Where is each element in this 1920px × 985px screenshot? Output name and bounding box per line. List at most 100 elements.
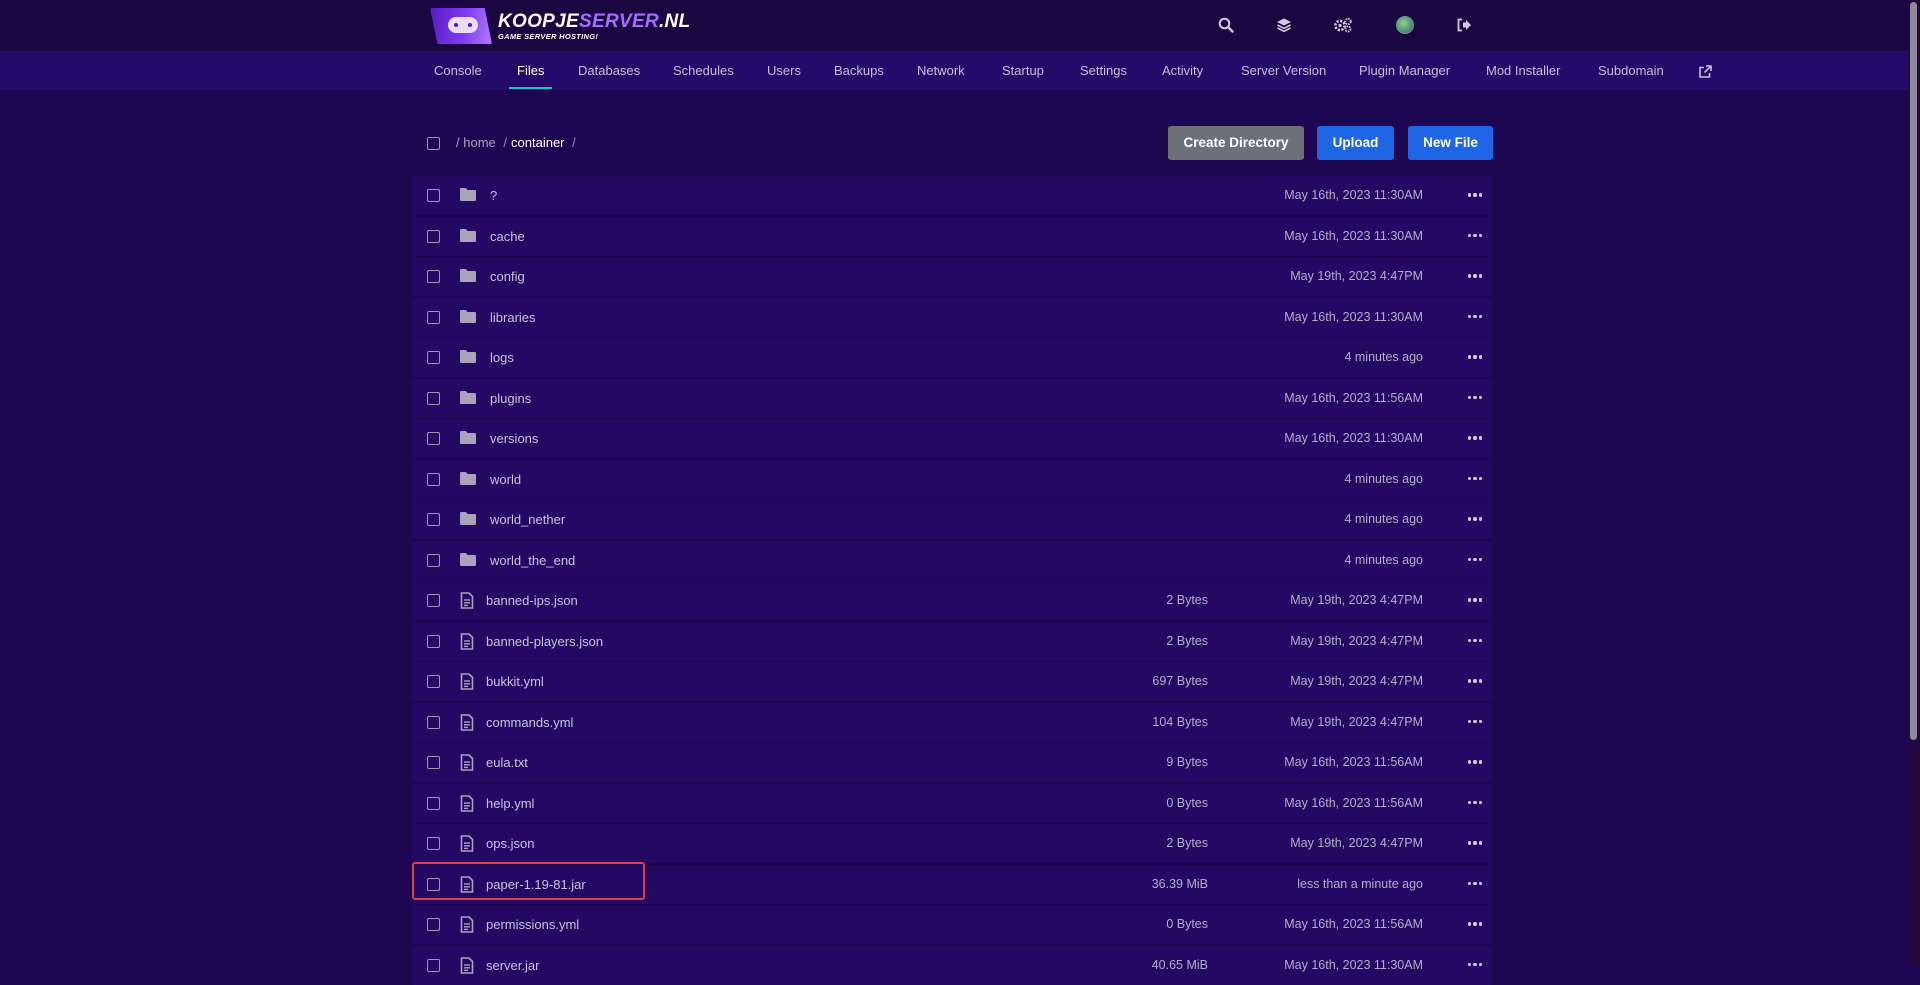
- file-name[interactable]: world: [490, 460, 521, 499]
- file-row[interactable]: cache May 16th, 2023 11:30AM: [412, 216, 1492, 256]
- tab-startup[interactable]: Startup: [1002, 51, 1044, 90]
- layers-icon[interactable]: [1273, 14, 1295, 36]
- file-name[interactable]: world_the_end: [490, 541, 575, 580]
- tab-mod-installer[interactable]: Mod Installer: [1486, 51, 1560, 90]
- tab-schedules[interactable]: Schedules: [673, 51, 734, 90]
- tab-subdomain[interactable]: Subdomain: [1598, 51, 1664, 90]
- file-row[interactable]: logs 4 minutes ago: [412, 338, 1492, 377]
- file-row-checkbox[interactable]: [427, 796, 440, 810]
- file-row[interactable]: banned-players.json 2 Bytes May 19th, 2023…: [412, 621, 1492, 661]
- more-options-icon[interactable]: [1466, 228, 1484, 244]
- file-name[interactable]: help.yml: [486, 784, 534, 823]
- file-row-checkbox[interactable]: [427, 270, 440, 283]
- file-row-checkbox[interactable]: [427, 877, 440, 891]
- file-row[interactable]: server.jar 40.65 MiB May 16th, 2023 11:30A…: [412, 945, 1492, 985]
- file-row[interactable]: ops.json 2 Bytes May 19th, 2023 4:47PM: [412, 824, 1492, 863]
- file-row-checkbox[interactable]: [427, 391, 440, 405]
- file-row-checkbox[interactable]: [427, 715, 440, 729]
- file-name[interactable]: plugins: [490, 379, 531, 418]
- file-row-checkbox[interactable]: [427, 351, 440, 364]
- more-options-icon[interactable]: [1466, 592, 1484, 608]
- file-row[interactable]: world_nether 4 minutes ago: [412, 500, 1492, 539]
- more-options-icon[interactable]: [1466, 268, 1484, 284]
- file-row[interactable]: help.yml 0 Bytes May 16th, 2023 11:56AM: [412, 783, 1492, 823]
- file-row-checkbox[interactable]: [427, 634, 440, 648]
- tab-backups[interactable]: Backups: [834, 51, 884, 90]
- file-name[interactable]: banned-ips.json: [486, 581, 578, 620]
- more-options-icon[interactable]: [1466, 835, 1484, 851]
- file-name[interactable]: ops.json: [486, 824, 534, 863]
- tab-console[interactable]: Console: [434, 51, 482, 90]
- file-row-checkbox[interactable]: [427, 837, 440, 850]
- file-name[interactable]: libraries: [490, 298, 536, 337]
- file-name[interactable]: logs: [490, 338, 514, 377]
- file-row[interactable]: permissions.yml 0 Bytes May 16th, 2023 11:…: [412, 905, 1492, 944]
- more-options-icon[interactable]: [1466, 471, 1484, 487]
- file-row[interactable]: world 4 minutes ago: [412, 459, 1492, 499]
- new-file-button[interactable]: New File: [1408, 126, 1493, 160]
- file-row-checkbox[interactable]: [427, 432, 440, 445]
- select-all-checkbox[interactable]: [427, 137, 440, 150]
- tab-plugin-manager[interactable]: Plugin Manager: [1359, 51, 1450, 90]
- tab-files[interactable]: Files: [508, 51, 554, 90]
- tab-network[interactable]: Network: [917, 51, 965, 90]
- file-row[interactable]: libraries May 16th, 2023 11:30AM: [412, 297, 1492, 337]
- file-row[interactable]: eula.txt 9 Bytes May 16th, 2023 11:56AM: [412, 743, 1492, 782]
- file-row-checkbox[interactable]: [427, 958, 440, 972]
- breadcrumb-home[interactable]: home: [463, 135, 496, 150]
- file-name[interactable]: world_nether: [490, 500, 565, 539]
- file-row[interactable]: versions May 16th, 2023 11:30AM: [412, 419, 1492, 458]
- file-row[interactable]: commands.yml 104 Bytes May 19th, 2023 4:47…: [412, 702, 1492, 742]
- file-name[interactable]: server.jar: [486, 946, 539, 985]
- file-name[interactable]: eula.txt: [486, 743, 528, 782]
- brand-logo[interactable]: KOOPJESERVER.NL GAME SERVER HOSTING!: [430, 6, 690, 46]
- file-row[interactable]: bukkit.yml 697 Bytes May 19th, 2023 4:47PM: [412, 662, 1492, 701]
- more-options-icon[interactable]: [1466, 552, 1484, 568]
- tab-users[interactable]: Users: [767, 51, 801, 90]
- file-row-checkbox[interactable]: [427, 472, 440, 486]
- file-name[interactable]: bukkit.yml: [486, 662, 544, 701]
- file-row-checkbox[interactable]: [427, 310, 440, 324]
- file-name[interactable]: versions: [490, 419, 538, 458]
- more-options-icon[interactable]: [1466, 795, 1484, 811]
- sign-out-icon[interactable]: [1453, 14, 1475, 36]
- file-row[interactable]: banned-ips.json 2 Bytes May 19th, 2023 4:4…: [412, 581, 1492, 620]
- file-row[interactable]: ? May 16th, 2023 11:30AM: [412, 176, 1492, 215]
- more-options-icon[interactable]: [1466, 430, 1484, 446]
- file-name[interactable]: cache: [490, 217, 525, 256]
- file-name[interactable]: commands.yml: [486, 703, 573, 742]
- tab-activity[interactable]: Activity: [1162, 51, 1203, 90]
- more-options-icon[interactable]: [1466, 754, 1484, 770]
- tab-databases[interactable]: Databases: [578, 51, 640, 90]
- upload-button[interactable]: Upload: [1317, 126, 1394, 160]
- more-options-icon[interactable]: [1466, 714, 1484, 730]
- cogs-icon[interactable]: [1332, 14, 1354, 36]
- scrollbar-thumb[interactable]: [1910, 2, 1917, 740]
- file-row[interactable]: paper-1.19-81.jar 36.39 MiB less than a mi…: [412, 864, 1492, 904]
- search-icon[interactable]: [1215, 14, 1237, 36]
- file-row-checkbox[interactable]: [427, 918, 440, 931]
- tab-server-version[interactable]: Server Version: [1241, 51, 1326, 90]
- file-row-checkbox[interactable]: [427, 513, 440, 526]
- file-name[interactable]: banned-players.json: [486, 622, 603, 661]
- file-row-checkbox[interactable]: [427, 756, 440, 769]
- tab-settings[interactable]: Settings: [1080, 51, 1127, 90]
- avatar[interactable]: [1394, 14, 1416, 36]
- more-options-icon[interactable]: [1466, 349, 1484, 365]
- file-row[interactable]: config May 19th, 2023 4:47PM: [412, 257, 1492, 296]
- file-row-checkbox[interactable]: [427, 229, 440, 243]
- more-options-icon[interactable]: [1466, 633, 1484, 649]
- file-name[interactable]: paper-1.19-81.jar: [486, 865, 586, 904]
- file-name[interactable]: ?: [490, 176, 497, 215]
- more-options-icon[interactable]: [1466, 187, 1484, 203]
- more-options-icon[interactable]: [1466, 916, 1484, 932]
- external-link-icon[interactable]: [1698, 51, 1712, 90]
- file-row[interactable]: plugins May 16th, 2023 11:56AM: [412, 378, 1492, 418]
- file-row-checkbox[interactable]: [427, 675, 440, 688]
- create-directory-button[interactable]: Create Directory: [1168, 126, 1304, 160]
- more-options-icon[interactable]: [1466, 390, 1484, 406]
- more-options-icon[interactable]: [1466, 876, 1484, 892]
- file-row-checkbox[interactable]: [427, 553, 440, 567]
- file-row-checkbox[interactable]: [427, 189, 440, 202]
- file-name[interactable]: permissions.yml: [486, 905, 579, 944]
